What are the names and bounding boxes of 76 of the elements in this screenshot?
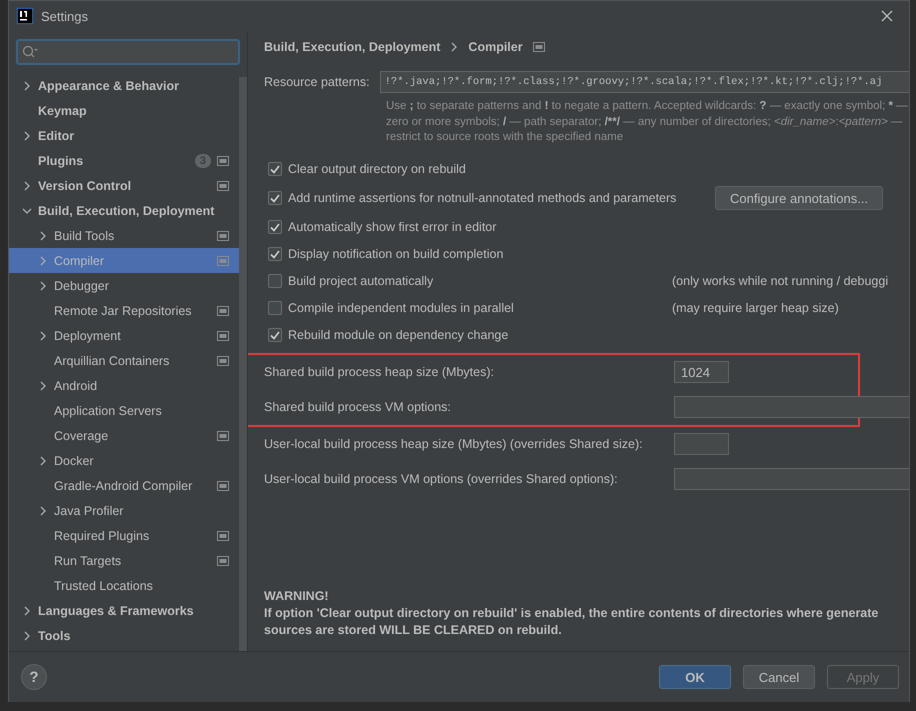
sidebar-item[interactable]: Coverage (9, 423, 239, 448)
breadcrumb-separator-icon (450, 42, 458, 52)
checkbox-label[interactable]: Clear output directory on rebuild (288, 162, 466, 176)
sidebar-item[interactable]: Version Control (9, 173, 239, 198)
input-field[interactable] (674, 468, 909, 490)
resource-patterns-field[interactable]: !?*.java;!?*.form;!?*.class;!?*.groovy;!?*.scala;!?*.flex;!?*.kt;!?*.clj;!?*.aj (380, 71, 909, 93)
checkbox-label[interactable]: Compile independent modules in parallel (288, 301, 514, 315)
sidebar-item[interactable]: Java Profiler (9, 498, 239, 523)
sidebar-item[interactable]: Build Tools (9, 223, 239, 248)
project-scope-icon (532, 42, 545, 52)
expand-chevron-icon[interactable] (23, 130, 31, 140)
sidebar-item[interactable]: Keymap (9, 98, 239, 123)
expand-chevron-icon[interactable] (39, 380, 47, 390)
sidebar-item[interactable]: Gradle-Android Compiler (9, 473, 239, 498)
field-label: Shared build process VM options: (264, 400, 451, 414)
checkbox[interactable] (268, 220, 282, 234)
warning-text: If option 'Clear output directory on rebuild' is enabled, the entire contents of directories where generate sources are stored WILL BE CLEARED on rebuild. (264, 605, 878, 639)
breadcrumb-item: Compiler (468, 40, 523, 54)
sidebar-item[interactable]: Run Targets (9, 548, 239, 573)
dialog-button[interactable]: Cancel (743, 665, 815, 689)
input-field[interactable] (674, 396, 909, 418)
sidebar-item[interactable]: Required Plugins (9, 523, 239, 548)
expand-chevron-icon[interactable] (23, 80, 31, 90)
sidebar-item[interactable]: Build, Execution, Deployment (9, 198, 239, 223)
dialog-button[interactable]: OK (659, 665, 731, 689)
sidebar-item[interactable]: Arquillian Containers (9, 348, 239, 373)
expand-chevron-icon[interactable] (39, 456, 47, 466)
checkbox[interactable] (268, 162, 282, 176)
sidebar-item[interactable]: Appearance & Behavior (9, 73, 239, 98)
collapse-chevron-icon[interactable] (22, 206, 32, 214)
checkbox[interactable] (268, 328, 282, 342)
checkbox[interactable] (268, 274, 282, 288)
expand-chevron-icon[interactable] (39, 230, 47, 240)
sidebar-item[interactable]: Debugger (9, 273, 239, 298)
sidebar-item[interactable]: Application Servers (9, 398, 239, 423)
expand-chevron-icon[interactable] (23, 630, 31, 640)
field-label: Shared build process heap size (Mbytes): (264, 365, 494, 379)
sidebar-item[interactable]: Remote Jar Repositories (9, 298, 239, 323)
app-logo-icon (17, 8, 33, 24)
sidebar-item[interactable]: Editor (9, 123, 239, 148)
sidebar-item[interactable]: Android (9, 373, 239, 398)
warning-title: WARNING! (264, 588, 330, 605)
sidebar-item[interactable]: Trusted Locations (9, 573, 239, 598)
note-text: (only works while not running / debuggi (672, 274, 888, 288)
note-text: (may require larger heap size) (672, 301, 839, 315)
expand-chevron-icon[interactable] (23, 606, 31, 616)
checkbox[interactable] (268, 191, 282, 205)
checkbox-label[interactable]: Display notification on build completion (288, 247, 504, 261)
scrollbar[interactable] (239, 77, 247, 651)
checkbox[interactable] (268, 247, 282, 261)
checkbox-label[interactable]: Build project automatically (288, 274, 434, 288)
sidebar-item[interactable]: Deployment (9, 323, 239, 348)
sidebar-item[interactable]: Tools (9, 623, 239, 648)
field-label: User-local build process heap size (Mbytes) (overrides Shared size): (264, 437, 643, 451)
checkbox[interactable] (268, 301, 282, 315)
configure-annotations-button[interactable]: Configure annotations... (715, 186, 884, 210)
close-icon[interactable] (881, 10, 893, 22)
search-field[interactable] (16, 39, 240, 65)
checkbox-label[interactable]: Rebuild module on dependency change (288, 328, 508, 342)
checkbox-label[interactable]: Add runtime assertions for notnull-annotated methods and parameters (288, 191, 676, 205)
sidebar-item[interactable]: Languages & Frameworks (9, 598, 239, 623)
search-icon (22, 45, 38, 59)
expand-chevron-icon[interactable] (39, 280, 47, 290)
breadcrumb-item[interactable]: Build, Execution, Deployment (264, 40, 440, 54)
sidebar-item[interactable]: Docker (9, 448, 239, 473)
hint-text: Use ; to separate patterns and ! to negate a pattern. Accepted wildcards: ? — exactly one symbol; * — zero or more symbols; / — path separator; /**/ — any number of directories; <dir_name>:<pattern> — restrict to source roots with the specified name (386, 99, 909, 145)
input-field[interactable]: 1024 (674, 361, 729, 383)
expand-chevron-icon[interactable] (39, 330, 47, 340)
field-label: User-local build process VM options (overrides Shared options): (264, 472, 618, 486)
window-title: Settings (41, 8, 89, 24)
field-label: Resource patterns: (264, 75, 370, 89)
expand-chevron-icon[interactable] (23, 180, 31, 190)
checkbox-label[interactable]: Automatically show first error in editor (288, 220, 496, 234)
expand-chevron-icon[interactable] (39, 506, 47, 516)
help-button[interactable]: ? (21, 664, 47, 690)
input-field[interactable] (674, 433, 729, 455)
